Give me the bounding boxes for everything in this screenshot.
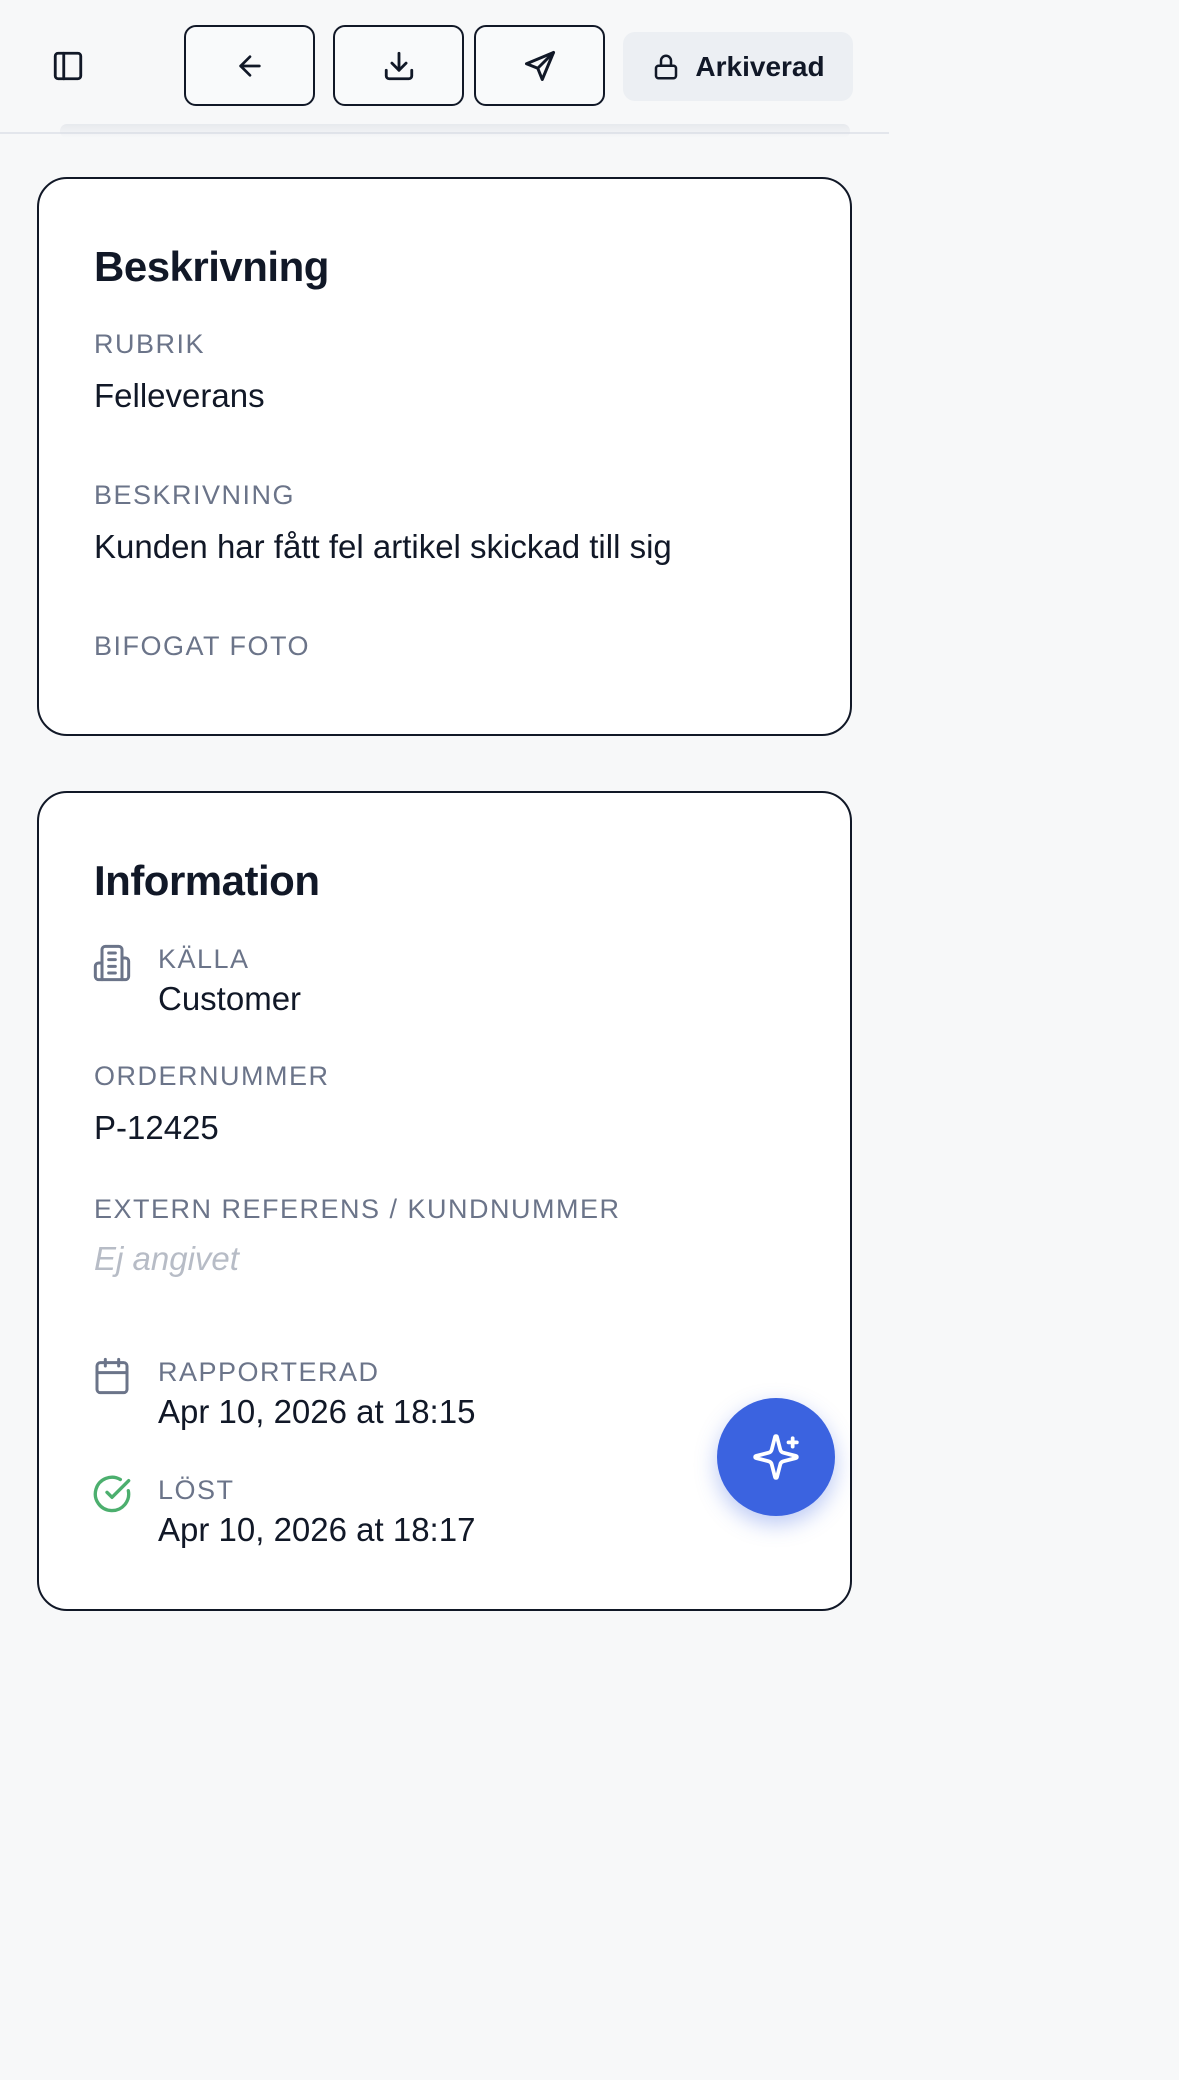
top-toolbar: Arkiverad	[0, 0, 889, 134]
send-icon	[524, 50, 555, 81]
download-button[interactable]	[333, 25, 464, 106]
description-card-title: Beskrivning	[94, 243, 329, 290]
sparkles-icon	[753, 1434, 799, 1480]
external-reference-value: Ej angivet	[94, 1240, 239, 1277]
order-number-value: P-12425	[94, 1109, 219, 1146]
information-card-title: Information	[94, 857, 320, 904]
resolved-label: LÖST	[158, 1475, 235, 1505]
status-label: Arkiverad	[695, 50, 825, 82]
order-number-label: ORDERNUMMER	[94, 1061, 330, 1091]
reported-value: Apr 10, 2026 at 18:15	[158, 1393, 476, 1430]
beskrivning-value: Kunden har fått fel artikel skickad till…	[94, 528, 672, 565]
external-reference-label: EXTERN REFERENS / KUNDNUMMER	[94, 1194, 621, 1224]
source-value: Customer	[158, 980, 302, 1017]
resolved-value: Apr 10, 2026 at 18:17	[158, 1511, 476, 1548]
building-icon	[93, 944, 131, 982]
reported-label: RAPPORTERAD	[158, 1357, 380, 1387]
arrow-left-icon	[238, 54, 261, 77]
beskrivning-label: BESKRIVNING	[94, 480, 296, 510]
send-button[interactable]	[474, 25, 605, 106]
download-icon	[384, 51, 413, 80]
source-label: KÄLLA	[158, 944, 250, 974]
rubrik-value: Felleverans	[94, 377, 265, 414]
description-card: Beskrivning RUBRIK Felleverans BESKRIVNI…	[37, 177, 852, 736]
archived-status-button[interactable]: Arkiverad	[623, 32, 853, 101]
lock-icon	[655, 54, 678, 79]
ai-assistant-button[interactable]	[717, 1398, 835, 1516]
sidebar-toggle-button[interactable]	[46, 44, 90, 88]
back-button[interactable]	[184, 25, 315, 106]
calendar-icon	[95, 1357, 129, 1395]
toolbar-shadow	[60, 124, 850, 138]
check-circle-icon	[93, 1475, 131, 1513]
sidebar-toggle-icon	[53, 51, 83, 81]
attached-photo-label: BIFOGAT FOTO	[94, 631, 311, 661]
rubrik-label: RUBRIK	[94, 329, 206, 359]
